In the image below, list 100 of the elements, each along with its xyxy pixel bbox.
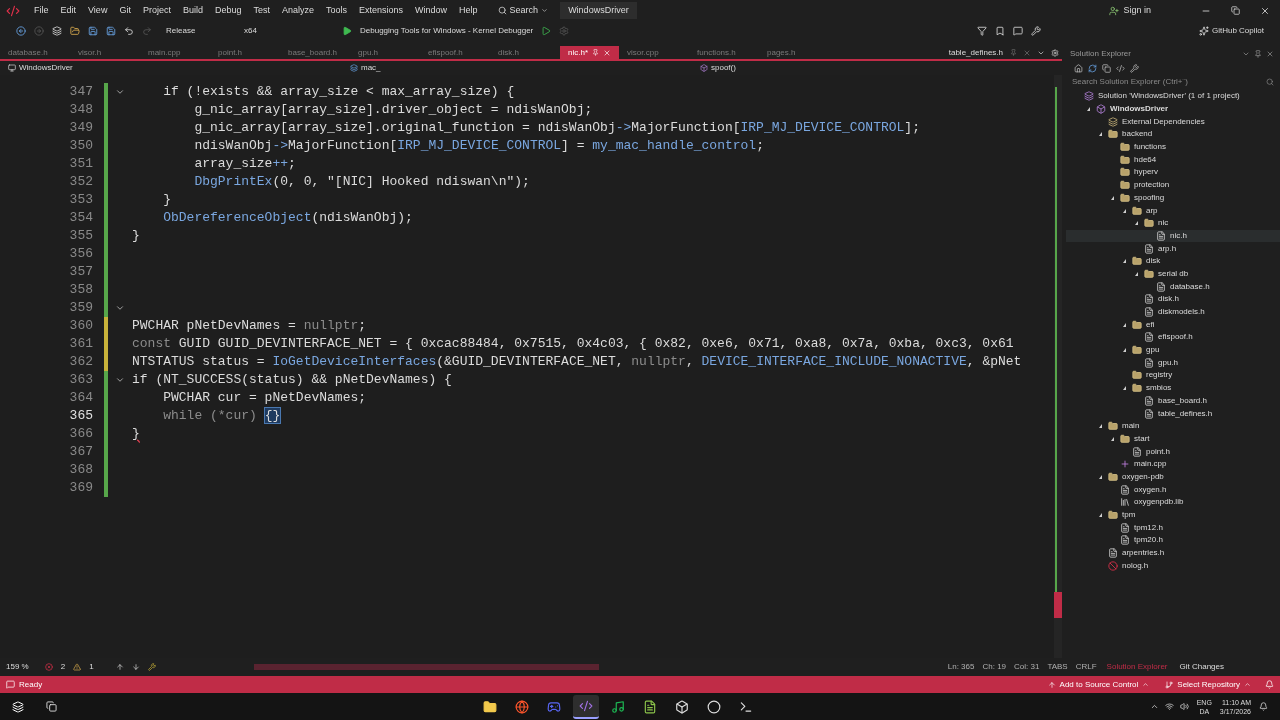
tree-item[interactable]: nic.h [1066, 229, 1280, 243]
code-icon[interactable] [1116, 63, 1125, 73]
menu-item[interactable]: Tools [320, 0, 354, 21]
tree-item[interactable]: functions [1066, 140, 1280, 154]
tree-item[interactable]: smbios [1066, 381, 1280, 395]
line-ending[interactable]: CRLF [1075, 661, 1097, 673]
zoom-level[interactable]: 159 % [6, 661, 29, 673]
editor-tab[interactable]: pages.h [759, 46, 829, 59]
restore-icon[interactable] [1231, 6, 1240, 15]
expanded-arrow-icon[interactable] [1122, 322, 1126, 327]
save-icon[interactable] [88, 26, 98, 36]
comment-icon[interactable] [1013, 26, 1024, 36]
task-view-icon[interactable] [46, 701, 57, 712]
bookmark-icon[interactable] [995, 26, 1006, 36]
repository-button[interactable]: Select Repository [1165, 678, 1251, 691]
search-field[interactable]: Search Solution Explorer (Ctrl+¨) [1066, 75, 1280, 89]
play-icon[interactable] [342, 26, 352, 36]
pinned-tab[interactable]: table_defines.h [944, 46, 1007, 59]
notification-icon[interactable] [1259, 702, 1268, 711]
tree-item[interactable]: hde64 [1066, 153, 1280, 167]
expanded-arrow-icon[interactable] [1110, 195, 1114, 200]
tree-item[interactable]: table_defines.h [1066, 407, 1280, 420]
back-icon[interactable] [16, 26, 26, 36]
fold-icon[interactable] [115, 375, 125, 385]
menu-item[interactable]: File [28, 0, 55, 21]
editor-tab[interactable]: base_board.h [280, 46, 350, 59]
expanded-arrow-icon[interactable] [1110, 436, 1114, 441]
search-button[interactable]: Search [489, 3, 557, 18]
editor-tab[interactable]: point.h [210, 46, 280, 59]
tree-item[interactable]: spoofing [1066, 191, 1280, 205]
tree-item[interactable]: tpm12.h [1066, 521, 1280, 535]
warning-count[interactable]: 1 [89, 661, 94, 673]
menu-item[interactable]: Analyze [276, 0, 320, 21]
pin-icon[interactable] [1254, 49, 1262, 58]
tree-item[interactable]: nic [1066, 216, 1280, 230]
expanded-arrow-icon[interactable] [1122, 259, 1126, 264]
debug-target-dropdown[interactable]: Debugging Tools for Windows - Kernel Debugger [360, 25, 534, 37]
member-dropdown[interactable]: spoof() [700, 62, 736, 74]
source-control-button[interactable]: Add to Source Control [1047, 678, 1150, 691]
tree-item[interactable]: main [1066, 419, 1280, 433]
tree-item[interactable]: main.cpp [1066, 457, 1280, 471]
menu-item[interactable]: Debug [208, 0, 248, 21]
copilot-button[interactable]: GitHub Copilot [1198, 25, 1264, 37]
tool-window-tab[interactable]: Git Changes [1177, 661, 1226, 673]
refresh-icon[interactable] [1088, 63, 1097, 73]
editor-tab[interactable]: nic.h* [560, 46, 619, 59]
tree-item[interactable]: WindowsDriver [1066, 102, 1280, 116]
down-arrow-icon[interactable] [131, 663, 140, 671]
tree-item[interactable]: hyperv [1066, 166, 1280, 179]
menu-item[interactable]: Extensions [353, 0, 410, 21]
indent-mode[interactable]: TABS [1047, 661, 1068, 673]
editor-tab[interactable]: efispoof.h [420, 46, 490, 59]
up-arrow-icon[interactable] [115, 663, 124, 671]
editor-tab[interactable]: main.cpp [140, 46, 210, 59]
save-all-icon[interactable] [106, 26, 116, 36]
expanded-arrow-icon[interactable] [1098, 513, 1102, 518]
tree-item[interactable]: registry [1066, 369, 1280, 382]
close-icon[interactable] [1260, 5, 1270, 16]
undo-icon[interactable] [124, 26, 134, 36]
tree-item[interactable]: protection [1066, 178, 1280, 192]
speaker-icon[interactable] [1179, 702, 1189, 711]
expanded-arrow-icon[interactable] [1098, 132, 1102, 137]
configuration-dropdown[interactable]: Release [166, 25, 236, 37]
tree-item[interactable]: External Dependencies [1066, 115, 1280, 129]
tree-item[interactable]: disk.h [1066, 293, 1280, 306]
expanded-arrow-icon[interactable] [1086, 107, 1090, 112]
tree-item[interactable]: database.h [1066, 280, 1280, 293]
error-count[interactable]: 2 [60, 661, 66, 673]
tree-item[interactable]: tpm20.h [1066, 534, 1280, 547]
expanded-arrow-icon[interactable] [1134, 271, 1138, 276]
menu-item[interactable]: Test [247, 0, 276, 21]
tree-item[interactable]: backend [1066, 128, 1280, 141]
notification-icon[interactable] [1265, 680, 1274, 689]
expanded-arrow-icon[interactable] [1122, 386, 1126, 391]
expanded-arrow-icon[interactable] [1098, 424, 1102, 429]
tree-item[interactable]: disk [1066, 254, 1280, 268]
menu-item[interactable]: View [82, 0, 114, 21]
tree-item[interactable]: oxygen.h [1066, 483, 1280, 496]
tree-item[interactable]: arpentries.h [1066, 546, 1280, 560]
taskbar-app[interactable] [573, 694, 600, 719]
vertical-scrollbar[interactable] [1054, 75, 1062, 658]
expanded-arrow-icon[interactable] [1122, 208, 1126, 213]
menu-item[interactable]: Help [453, 0, 484, 21]
tree-item[interactable]: point.h [1066, 445, 1280, 458]
expanded-arrow-icon[interactable] [1098, 474, 1102, 479]
tree-item[interactable]: tpm [1066, 508, 1280, 522]
tree-item[interactable]: arp [1066, 204, 1280, 217]
tree-item[interactable]: efi [1066, 318, 1280, 332]
editor-tab[interactable]: visor.cpp [619, 46, 689, 59]
tree-item[interactable]: Solution 'WindowsDriver' (1 of 1 project) [1066, 90, 1280, 103]
tree-item[interactable]: oxygen-pdb [1066, 470, 1280, 484]
expanded-arrow-icon[interactable] [1134, 221, 1138, 226]
tree-item[interactable]: gpu.h [1066, 356, 1280, 370]
home-icon[interactable] [1074, 63, 1083, 73]
filter-icon[interactable] [977, 26, 988, 36]
chevron-up-icon[interactable] [1149, 702, 1159, 711]
tree-item[interactable]: base_board.h [1066, 394, 1280, 408]
menu-item[interactable]: Window [409, 0, 454, 21]
tree-item[interactable]: arp.h [1066, 242, 1280, 255]
menu-item[interactable]: Build [176, 0, 209, 21]
